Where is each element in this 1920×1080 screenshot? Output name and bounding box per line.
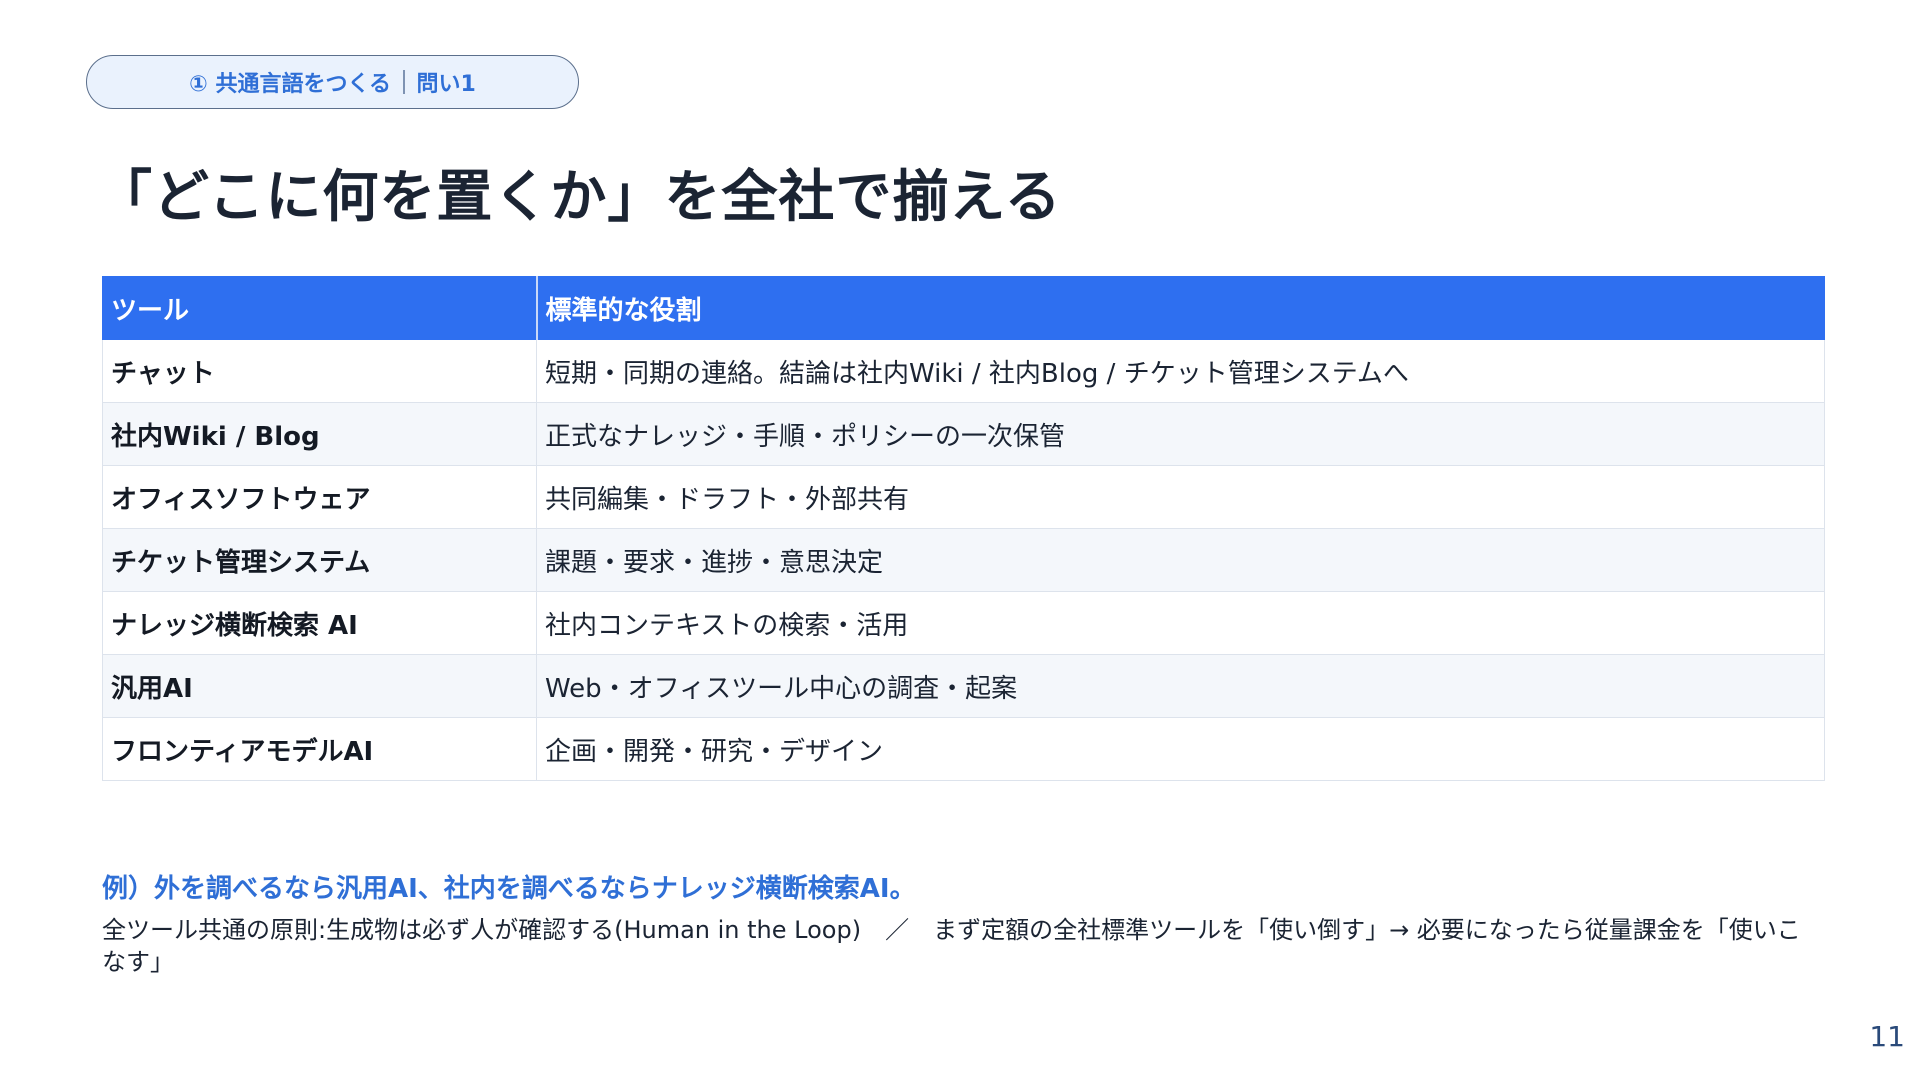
table-row: オフィスソフトウェア 共同編集・ドラフト・外部共有 bbox=[102, 465, 1825, 529]
role-cell: 企画・開発・研究・デザイン bbox=[536, 717, 1825, 781]
table-header-row: ツール 標準的な役割 bbox=[102, 276, 1825, 340]
principle-note: 全ツール共通の原則:生成物は必ず人が確認する(Human in the Loop… bbox=[102, 916, 1801, 976]
section-tag-label: ① 共通言語をつくる bbox=[189, 72, 392, 97]
tool-cell: 汎用AI bbox=[102, 654, 537, 718]
tool-cell: チケット管理システム bbox=[102, 528, 537, 592]
tool-cell: 社内Wiki / Blog bbox=[102, 402, 537, 466]
tool-cell: チャット bbox=[102, 339, 537, 403]
section-tag-question: 問い1 bbox=[416, 72, 476, 97]
section-tag: ① 共通言語をつくる 問い1 bbox=[86, 55, 579, 109]
table-row: 社内Wiki / Blog 正式なナレッジ・手順・ポリシーの一次保管 bbox=[102, 402, 1825, 466]
role-cell: 社内コンテキストの検索・活用 bbox=[536, 591, 1825, 655]
example-callout: 例）外を調べるなら汎用AI、社内を調べるならナレッジ横断検索AI。 bbox=[102, 874, 916, 904]
tool-cell: ナレッジ横断検索 AI bbox=[102, 591, 537, 655]
role-cell: 共同編集・ドラフト・外部共有 bbox=[536, 465, 1825, 529]
table-row: チケット管理システム 課題・要求・進捗・意思決定 bbox=[102, 528, 1825, 592]
column-header-tool: ツール bbox=[102, 276, 537, 340]
page-title: 「どこに何を置くか」を全社で揃える bbox=[96, 165, 1062, 230]
table-row: ナレッジ横断検索 AI 社内コンテキストの検索・活用 bbox=[102, 591, 1825, 655]
tool-role-table: ツール 標準的な役割 チャット 短期・同期の連絡。結論は社内Wiki / 社内B… bbox=[102, 276, 1825, 781]
role-cell: Web・オフィスツール中心の調査・起案 bbox=[536, 654, 1825, 718]
role-cell: 正式なナレッジ・手順・ポリシーの一次保管 bbox=[536, 402, 1825, 466]
role-cell: 課題・要求・進捗・意思決定 bbox=[536, 528, 1825, 592]
table-row: チャット 短期・同期の連絡。結論は社内Wiki / 社内Blog / チケット管… bbox=[102, 339, 1825, 403]
table-row: 汎用AI Web・オフィスツール中心の調査・起案 bbox=[102, 654, 1825, 718]
column-header-role: 標準的な役割 bbox=[535, 276, 1825, 340]
table-row: フロンティアモデルAI 企画・開発・研究・デザイン bbox=[102, 717, 1825, 781]
tool-cell: フロンティアモデルAI bbox=[102, 717, 537, 781]
section-tag-divider bbox=[403, 70, 405, 94]
role-cell: 短期・同期の連絡。結論は社内Wiki / 社内Blog / チケット管理システム… bbox=[536, 339, 1825, 403]
page-number: 11 bbox=[1869, 1020, 1905, 1053]
tool-cell: オフィスソフトウェア bbox=[102, 465, 537, 529]
